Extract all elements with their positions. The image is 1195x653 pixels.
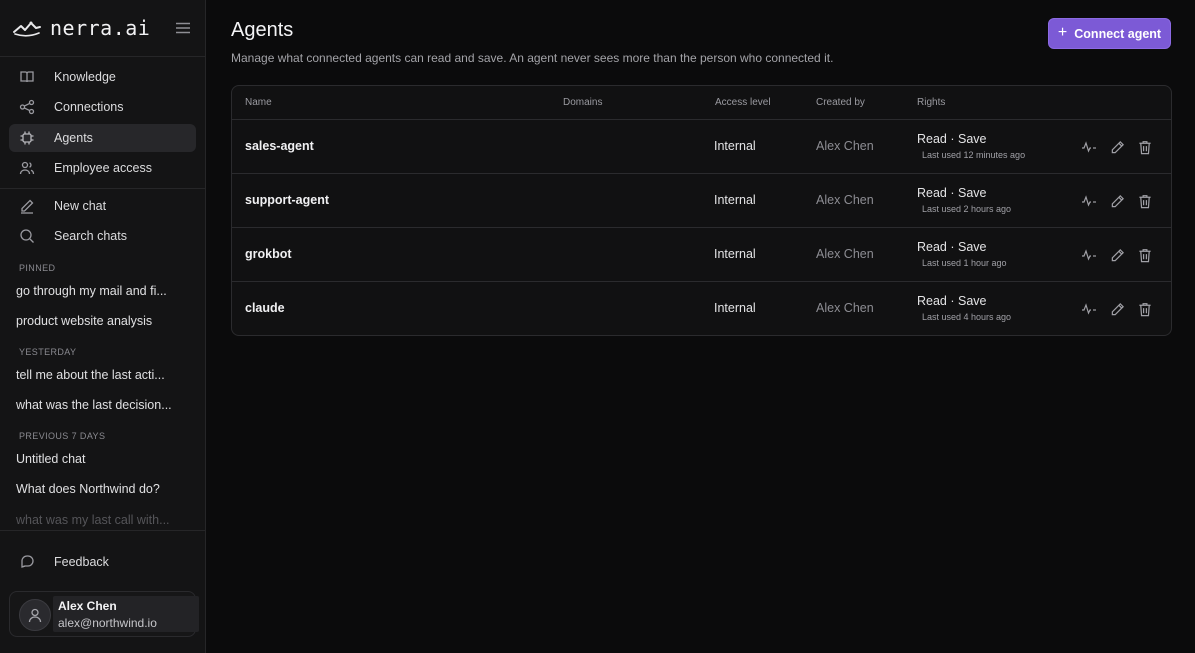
connect-agent-button[interactable]: + Connect agent: [1048, 18, 1171, 49]
book-icon: [19, 69, 35, 85]
last-used: Last used 12 minutes ago: [922, 150, 1026, 160]
table-row[interactable]: claude Internal Alex Chen Read · Save La…: [232, 282, 1171, 335]
divider: [0, 56, 205, 57]
new-chat-label: New chat: [54, 199, 107, 213]
access-level: Internal: [714, 247, 756, 261]
trash-icon[interactable]: [1135, 137, 1155, 157]
brand[interactable]: nerra.ai: [12, 14, 150, 42]
rights: Read · Save: [917, 186, 987, 200]
sidebar-item-knowledge[interactable]: Knowledge: [9, 63, 196, 91]
pencil-icon: [19, 198, 35, 214]
table-row[interactable]: grokbot Internal Alex Chen Read · Save L…: [232, 228, 1171, 282]
table-row[interactable]: sales-agent Internal Alex Chen Read · Sa…: [232, 120, 1171, 174]
page-title: Agents: [231, 19, 294, 41]
last-used: Last used 2 hours ago: [922, 204, 1012, 214]
activity-icon[interactable]: [1079, 191, 1099, 211]
user-icon: [28, 608, 42, 623]
menu-toggle-button[interactable]: [173, 18, 193, 38]
chat-item[interactable]: what was the last decision...: [16, 398, 186, 412]
search-chats-label: Search chats: [54, 229, 127, 243]
sidebar-item-label: Connections: [54, 100, 124, 114]
users-icon: [19, 160, 35, 176]
brand-name: nerra.ai: [50, 16, 151, 40]
chat-item[interactable]: tell me about the last acti...: [16, 368, 186, 382]
last-used: Last used 4 hours ago: [922, 312, 1012, 322]
divider: [0, 188, 205, 189]
page-subtitle: Manage what connected agents can read an…: [231, 51, 834, 65]
agent-name: support-agent: [245, 193, 330, 207]
column-header-access-level[interactable]: Access level: [715, 97, 771, 108]
access-level: Internal: [714, 139, 756, 153]
chat-item[interactable]: what was my last call with...: [16, 513, 186, 527]
plus-icon: +: [1057, 24, 1068, 41]
trash-icon[interactable]: [1135, 299, 1155, 319]
sidebar-item-connections[interactable]: Connections: [9, 93, 196, 121]
edit-icon[interactable]: [1107, 245, 1127, 265]
user-card[interactable]: Alex Chen alex@northwind.io: [9, 591, 199, 637]
share-nodes-icon: [19, 99, 35, 115]
created-by: Alex Chen: [816, 247, 874, 261]
edit-icon[interactable]: [1107, 299, 1127, 319]
rights: Read · Save: [917, 294, 987, 308]
section-label-yesterday: YESTERDAY: [19, 347, 77, 357]
sidebar-item-label: Agents: [54, 131, 93, 145]
last-used: Last used 1 hour ago: [922, 258, 1007, 268]
trash-icon[interactable]: [1135, 191, 1155, 211]
chat-item[interactable]: go through my mail and fi...: [16, 284, 186, 298]
user-email: alex@northwind.io: [58, 616, 157, 630]
activity-icon[interactable]: [1079, 137, 1099, 157]
column-header-domains[interactable]: Domains: [563, 97, 602, 108]
access-level: Internal: [714, 301, 756, 315]
sidebar-item-employee-access[interactable]: Employee access: [9, 154, 196, 182]
rights: Read · Save: [917, 132, 987, 146]
section-label-pinned: PINNED: [19, 263, 56, 273]
column-header-name[interactable]: Name: [245, 97, 272, 108]
chat-item[interactable]: Untitled chat: [16, 452, 186, 466]
feedback-icon: [19, 554, 35, 570]
activity-icon[interactable]: [1079, 245, 1099, 265]
section-label-previous-7-days: PREVIOUS 7 DAYS: [19, 431, 106, 441]
created-by: Alex Chen: [816, 139, 874, 153]
divider: [0, 530, 205, 531]
chip-icon: [19, 130, 35, 146]
chat-item[interactable]: What does Northwind do?: [16, 482, 186, 496]
agents-table: Name Domains Access level Created by Rig…: [231, 85, 1172, 336]
sidebar-item-agents[interactable]: Agents: [9, 124, 196, 152]
rights: Read · Save: [917, 240, 987, 254]
user-name: Alex Chen: [58, 599, 117, 613]
table-row[interactable]: support-agent Internal Alex Chen Read · …: [232, 174, 1171, 228]
search-chats-button[interactable]: Search chats: [9, 222, 196, 250]
edit-icon[interactable]: [1107, 137, 1127, 157]
sidebar: nerra.ai Knowledge Connections Agents Em…: [0, 0, 206, 653]
sidebar-item-label: Employee access: [54, 161, 152, 175]
trash-icon[interactable]: [1135, 245, 1155, 265]
connect-agent-label: Connect agent: [1074, 26, 1162, 41]
feedback-button[interactable]: Feedback: [9, 548, 196, 576]
agent-name: sales-agent: [245, 139, 314, 153]
sidebar-item-label: Knowledge: [54, 70, 116, 84]
activity-icon[interactable]: [1079, 299, 1099, 319]
column-header-created-by[interactable]: Created by: [816, 97, 865, 108]
table-header: Name Domains Access level Created by Rig…: [232, 86, 1171, 120]
agent-name: claude: [245, 301, 285, 315]
feedback-label: Feedback: [54, 555, 109, 569]
access-level: Internal: [714, 193, 756, 207]
edit-icon[interactable]: [1107, 191, 1127, 211]
chat-item[interactable]: product website analysis: [16, 314, 186, 328]
agent-name: grokbot: [245, 247, 292, 261]
created-by: Alex Chen: [816, 193, 874, 207]
avatar: [19, 599, 51, 631]
hamburger-icon: [176, 22, 190, 34]
column-header-rights[interactable]: Rights: [917, 97, 945, 108]
logo-icon: [13, 21, 41, 37]
created-by: Alex Chen: [816, 301, 874, 315]
search-icon: [19, 228, 35, 244]
new-chat-button[interactable]: New chat: [9, 192, 196, 220]
